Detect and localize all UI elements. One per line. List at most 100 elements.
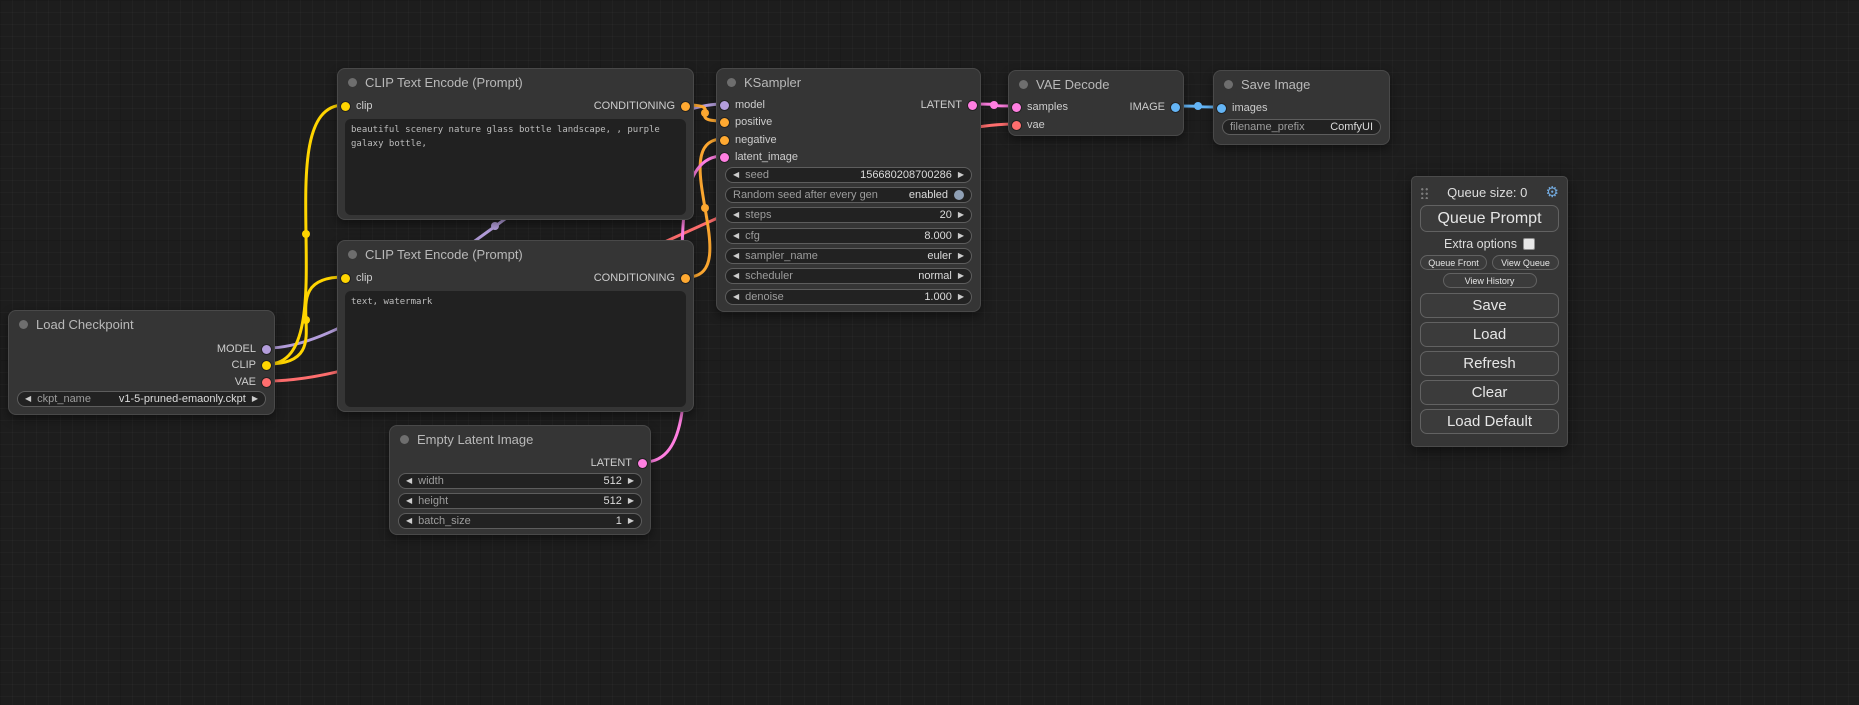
input-slot-images[interactable]: images [1217, 100, 1267, 116]
input-slot-negative[interactable]: negative [720, 132, 777, 148]
decrement-arrow-icon[interactable]: ◀ [406, 517, 412, 525]
extra-options-checkbox[interactable] [1523, 238, 1535, 250]
increment-arrow-icon[interactable]: ▶ [958, 211, 964, 219]
collapse-dot-icon[interactable] [727, 78, 736, 87]
positive-prompt-textarea[interactable]: beautiful scenery nature glass bottle la… [345, 119, 686, 215]
cfg-widget[interactable]: ◀ cfg 8.000 ▶ [725, 228, 972, 244]
height-widget[interactable]: ◀ height 512 ▶ [398, 493, 642, 509]
slot-dot-icon[interactable] [720, 101, 729, 110]
node-title-bar[interactable]: Load Checkpoint [9, 311, 274, 337]
increment-arrow-icon[interactable]: ▶ [958, 252, 964, 260]
node-title-bar[interactable]: Empty Latent Image [390, 426, 650, 452]
clear-button[interactable]: Clear [1420, 380, 1559, 405]
node-title-bar[interactable]: VAE Decode [1009, 71, 1183, 97]
increment-arrow-icon[interactable]: ▶ [958, 293, 964, 301]
slot-dot-icon[interactable] [968, 101, 977, 110]
increment-arrow-icon[interactable]: ▶ [958, 232, 964, 240]
slot-dot-icon[interactable] [681, 102, 690, 111]
node-title-bar[interactable]: Save Image [1214, 71, 1389, 97]
increment-arrow-icon[interactable]: ▶ [628, 517, 634, 525]
node-title-bar[interactable]: KSampler [717, 69, 980, 95]
node-vae-decode[interactable]: VAE Decode samples vae IMAGE [1008, 70, 1184, 136]
output-slot-model[interactable]: MODEL [217, 341, 271, 357]
node-clip-text-encode-positive[interactable]: CLIP Text Encode (Prompt) clip CONDITION… [337, 68, 694, 220]
toggle-dot-icon[interactable] [954, 190, 964, 200]
input-slot-model[interactable]: model [720, 97, 765, 113]
slot-dot-icon[interactable] [720, 118, 729, 127]
slot-dot-icon[interactable] [638, 459, 647, 468]
slot-dot-icon[interactable] [341, 274, 350, 283]
node-title-bar[interactable]: CLIP Text Encode (Prompt) [338, 69, 693, 95]
queue-front-button[interactable]: Queue Front [1420, 255, 1487, 270]
slot-dot-icon[interactable] [341, 102, 350, 111]
collapse-dot-icon[interactable] [1019, 80, 1028, 89]
node-empty-latent-image[interactable]: Empty Latent Image LATENT ◀ width 512 ▶ … [389, 425, 651, 535]
steps-widget[interactable]: ◀ steps 20 ▶ [725, 207, 972, 223]
decrement-arrow-icon[interactable]: ◀ [733, 293, 739, 301]
queue-prompt-button[interactable]: Queue Prompt [1420, 205, 1559, 232]
sampler-name-widget[interactable]: ◀ sampler_name euler ▶ [725, 248, 972, 264]
batch-size-widget[interactable]: ◀ batch_size 1 ▶ [398, 513, 642, 529]
ckpt-name-widget[interactable]: ◀ ckpt_name v1-5-pruned-emaonly.ckpt ▶ [17, 391, 266, 407]
seed-widget[interactable]: ◀ seed 156680208700286 ▶ [725, 167, 972, 183]
output-slot-latent[interactable]: LATENT [591, 455, 647, 471]
denoise-widget[interactable]: ◀ denoise 1.000 ▶ [725, 289, 972, 305]
node-load-checkpoint[interactable]: Load Checkpoint MODEL CLIP VAE ◀ ckpt_na… [8, 310, 275, 415]
collapse-dot-icon[interactable] [19, 320, 28, 329]
output-slot-conditioning[interactable]: CONDITIONING [594, 98, 690, 114]
load-default-button[interactable]: Load Default [1420, 409, 1559, 434]
slot-dot-icon[interactable] [1171, 103, 1180, 112]
slot-dot-icon[interactable] [262, 345, 271, 354]
input-slot-positive[interactable]: positive [720, 114, 772, 130]
increment-arrow-icon[interactable]: ▶ [958, 171, 964, 179]
decrement-arrow-icon[interactable]: ◀ [406, 477, 412, 485]
output-slot-vae[interactable]: VAE [235, 374, 271, 390]
increment-arrow-icon[interactable]: ▶ [958, 272, 964, 280]
width-widget[interactable]: ◀ width 512 ▶ [398, 473, 642, 489]
slot-dot-icon[interactable] [262, 361, 271, 370]
drag-handle-icon[interactable] [1420, 186, 1429, 199]
node-ksampler[interactable]: KSampler model positive negative latent_… [716, 68, 981, 312]
slot-dot-icon[interactable] [1012, 103, 1021, 112]
settings-gear-icon[interactable]: ⚙ [1546, 185, 1559, 200]
output-slot-clip[interactable]: CLIP [232, 357, 271, 373]
save-button[interactable]: Save [1420, 293, 1559, 318]
slot-dot-icon[interactable] [1217, 104, 1226, 113]
random-seed-widget[interactable]: Random seed after every gen enabled [725, 187, 972, 203]
decrement-arrow-icon[interactable]: ◀ [733, 211, 739, 219]
node-save-image[interactable]: Save Image images filename_prefix ComfyU… [1213, 70, 1390, 145]
graph-canvas[interactable]: { "canvas": { "colors": { "model": "#B39… [0, 0, 1859, 705]
collapse-dot-icon[interactable] [348, 78, 357, 87]
node-clip-text-encode-negative[interactable]: CLIP Text Encode (Prompt) clip CONDITION… [337, 240, 694, 412]
slot-dot-icon[interactable] [1012, 121, 1021, 130]
increment-arrow-icon[interactable]: ▶ [628, 497, 634, 505]
output-slot-latent[interactable]: LATENT [921, 97, 977, 113]
scheduler-widget[interactable]: ◀ scheduler normal ▶ [725, 268, 972, 284]
filename-prefix-widget[interactable]: filename_prefix ComfyUI [1222, 119, 1381, 135]
refresh-button[interactable]: Refresh [1420, 351, 1559, 376]
collapse-dot-icon[interactable] [1224, 80, 1233, 89]
node-title-bar[interactable]: CLIP Text Encode (Prompt) [338, 241, 693, 267]
decrement-arrow-icon[interactable]: ◀ [733, 252, 739, 260]
collapse-dot-icon[interactable] [400, 435, 409, 444]
collapse-dot-icon[interactable] [348, 250, 357, 259]
decrement-arrow-icon[interactable]: ◀ [733, 232, 739, 240]
decrement-arrow-icon[interactable]: ◀ [25, 395, 31, 403]
input-slot-latent-image[interactable]: latent_image [720, 149, 798, 165]
slot-dot-icon[interactable] [720, 153, 729, 162]
output-slot-image[interactable]: IMAGE [1130, 99, 1180, 115]
slot-dot-icon[interactable] [681, 274, 690, 283]
decrement-arrow-icon[interactable]: ◀ [733, 272, 739, 280]
input-slot-clip[interactable]: clip [341, 98, 373, 114]
view-history-button[interactable]: View History [1443, 273, 1537, 288]
slot-dot-icon[interactable] [720, 136, 729, 145]
input-slot-vae[interactable]: vae [1012, 117, 1045, 133]
negative-prompt-textarea[interactable]: text, watermark [345, 291, 686, 407]
load-button[interactable]: Load [1420, 322, 1559, 347]
view-queue-button[interactable]: View Queue [1492, 255, 1559, 270]
output-slot-conditioning[interactable]: CONDITIONING [594, 270, 690, 286]
input-slot-clip[interactable]: clip [341, 270, 373, 286]
input-slot-samples[interactable]: samples [1012, 99, 1068, 115]
slot-dot-icon[interactable] [262, 378, 271, 387]
decrement-arrow-icon[interactable]: ◀ [406, 497, 412, 505]
